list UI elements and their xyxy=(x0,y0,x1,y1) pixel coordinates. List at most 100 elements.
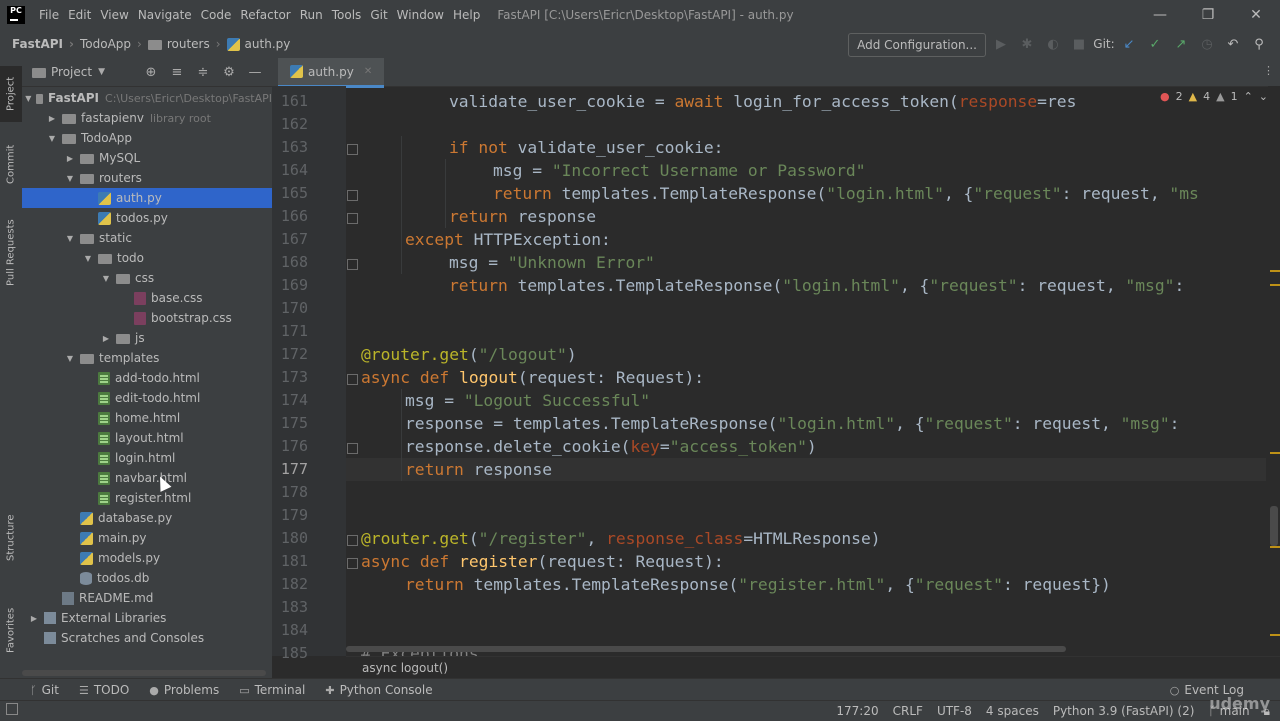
breadcrumb-routers[interactable]: routers › xyxy=(147,37,221,51)
hide-icon[interactable]: — xyxy=(242,65,268,80)
tab-favorites[interactable]: Favorites xyxy=(0,598,22,662)
menu-git[interactable]: Git xyxy=(366,8,391,22)
commit-icon[interactable]: ✓ xyxy=(1142,37,1168,52)
chevron-down-icon[interactable]: ▼ xyxy=(82,254,94,263)
python-interpreter[interactable]: Python 3.9 (FastAPI) (2) xyxy=(1053,704,1195,718)
chevron-right-icon[interactable]: ▶ xyxy=(28,614,40,623)
tree-item[interactable]: Scratches and Consoles xyxy=(22,628,272,648)
code-line[interactable]: msg = "Logout Successful" xyxy=(405,389,650,412)
chevron-right-icon[interactable]: ▶ xyxy=(100,334,112,343)
chevron-right-icon[interactable]: ▶ xyxy=(46,114,58,123)
tree-item[interactable]: navbar.html xyxy=(22,468,272,488)
chevron-down-icon[interactable]: ▼ xyxy=(64,234,76,243)
tree-item[interactable]: ▶ js xyxy=(22,328,272,348)
code-line[interactable]: response.delete_cookie(key="access_token… xyxy=(405,435,817,458)
tree-item[interactable]: ▼ todo xyxy=(22,248,272,268)
stop-icon[interactable]: ■ xyxy=(1066,37,1092,52)
menu-code[interactable]: Code xyxy=(197,8,236,22)
tab-structure[interactable]: Structure xyxy=(0,508,22,568)
inspection-widget[interactable]: ● 2 ▲ 4 ▲ 1 ⌃ ⌄ xyxy=(1154,90,1268,103)
tab-project[interactable]: Project xyxy=(0,66,22,122)
tree-item[interactable]: register.html xyxy=(22,488,272,508)
breadcrumb-file[interactable]: auth.py xyxy=(226,37,290,51)
menu-edit[interactable]: Edit xyxy=(64,8,95,22)
code-line[interactable]: @router.get("/logout") xyxy=(361,343,577,366)
breadcrumb-project[interactable]: FastAPI › xyxy=(12,37,74,51)
code-line[interactable]: @router.get("/register", response_class=… xyxy=(361,527,881,550)
code-line[interactable]: async def register(request: Request): xyxy=(361,550,724,573)
menu-help[interactable]: Help xyxy=(449,8,484,22)
push-icon[interactable]: ↗ xyxy=(1168,37,1194,52)
expand-all-icon[interactable]: ≡ xyxy=(164,65,190,80)
tree-item[interactable]: todos.db xyxy=(22,568,272,588)
tree-item[interactable]: ▼ routers xyxy=(22,168,272,188)
code-line[interactable]: response = templates.TemplateResponse("l… xyxy=(405,412,1179,435)
code-line[interactable]: return templates.TemplateResponse("regis… xyxy=(405,573,1111,596)
rollback-icon[interactable]: ↶ xyxy=(1220,37,1246,52)
run-icon[interactable]: ▶ xyxy=(988,37,1014,52)
close-tab-icon[interactable]: ✕ xyxy=(364,66,372,77)
tool-problems[interactable]: ● Problems xyxy=(149,683,219,697)
gear-icon[interactable]: ⚙ xyxy=(216,65,242,80)
code-line[interactable]: validate_user_cookie = await login_for_a… xyxy=(449,90,1076,113)
tree-item[interactable]: layout.html xyxy=(22,428,272,448)
menu-refactor[interactable]: Refactor xyxy=(236,8,294,22)
tree-item[interactable]: ▼ css xyxy=(22,268,272,288)
tree-item[interactable]: ▶ External Libraries xyxy=(22,608,272,628)
tool-todo[interactable]: ☰ TODO xyxy=(79,683,129,697)
tree-item[interactable]: main.py xyxy=(22,528,272,548)
chevron-down-icon[interactable]: ▼ xyxy=(64,354,76,363)
update-project-icon[interactable]: ↙ xyxy=(1116,37,1142,52)
code-breadcrumb[interactable]: async logout() xyxy=(346,656,1280,679)
code-line[interactable]: return response xyxy=(449,205,596,228)
more-tabs-icon[interactable]: ⋮ xyxy=(1263,64,1274,77)
close-icon[interactable]: ✕ xyxy=(1232,7,1280,23)
code-line[interactable]: return response xyxy=(405,458,552,481)
minimize-icon[interactable]: — xyxy=(1136,7,1184,23)
chevron-down-icon[interactable]: ▼ xyxy=(46,134,58,143)
code-line[interactable]: return templates.TemplateResponse("login… xyxy=(493,182,1199,205)
collapse-all-icon[interactable]: ≑ xyxy=(190,65,216,80)
tool-terminal[interactable]: ▭ Terminal xyxy=(239,683,305,697)
tool-git[interactable]: ᚴ Git xyxy=(30,683,59,697)
menu-navigate[interactable]: Navigate xyxy=(134,8,196,22)
tree-item[interactable]: ▶ MySQL xyxy=(22,148,272,168)
chevron-down-icon[interactable]: ⌄ xyxy=(1259,90,1268,103)
menu-file[interactable]: File xyxy=(35,8,63,22)
tab-pull-requests[interactable]: Pull Requests xyxy=(0,208,22,298)
tree-item[interactable]: edit-todo.html xyxy=(22,388,272,408)
editor-vertical-scrollbar[interactable] xyxy=(1268,86,1280,656)
add-configuration-button[interactable]: Add Configuration... xyxy=(848,33,986,57)
tree-item[interactable]: add-todo.html xyxy=(22,368,272,388)
tree-item[interactable]: base.css xyxy=(22,288,272,308)
code-editor[interactable]: validate_user_cookie = await login_for_a… xyxy=(346,86,1266,656)
history-icon[interactable]: ◷ xyxy=(1194,37,1220,52)
code-line[interactable]: return templates.TemplateResponse("login… xyxy=(449,274,1184,297)
caret-position[interactable]: 177:20 xyxy=(836,704,878,718)
menu-run[interactable]: Run xyxy=(296,8,327,22)
code-line[interactable]: if not validate_user_cookie: xyxy=(449,136,723,159)
tree-horizontal-scrollbar[interactable] xyxy=(22,670,266,676)
code-line[interactable]: async def logout(request: Request): xyxy=(361,366,704,389)
tree-item[interactable]: ▼ FastAPI C:\Users\Ericr\Desktop\FastAPI xyxy=(22,88,272,108)
tree-item[interactable]: README.md xyxy=(22,588,272,608)
menu-window[interactable]: Window xyxy=(393,8,448,22)
tree-item[interactable]: auth.py xyxy=(22,188,272,208)
layout-icon[interactable] xyxy=(6,703,18,715)
tree-item[interactable]: ▶ fastapienv library root xyxy=(22,108,272,128)
code-line[interactable]: msg = "Incorrect Username or Password" xyxy=(493,159,866,182)
project-panel-title[interactable]: Project xyxy=(51,65,92,79)
editor-horizontal-scrollbar[interactable] xyxy=(346,646,1066,652)
chevron-down-icon[interactable]: ▼ xyxy=(100,274,112,283)
code-line[interactable]: msg = "Unknown Error" xyxy=(449,251,655,274)
breadcrumb-todoapp[interactable]: TodoApp › xyxy=(80,37,142,51)
tool-python-console[interactable]: ✚ Python Console xyxy=(325,683,432,697)
tree-item[interactable]: todos.py xyxy=(22,208,272,228)
locate-icon[interactable]: ⊕ xyxy=(138,65,164,80)
search-icon[interactable]: ⚲ xyxy=(1246,37,1272,52)
tree-item[interactable]: ▼ static xyxy=(22,228,272,248)
chevron-down-icon[interactable]: ▼ xyxy=(98,67,105,77)
chevron-right-icon[interactable]: ▶ xyxy=(64,154,76,163)
tree-item[interactable]: ▼ templates xyxy=(22,348,272,368)
menu-tools[interactable]: Tools xyxy=(328,8,366,22)
